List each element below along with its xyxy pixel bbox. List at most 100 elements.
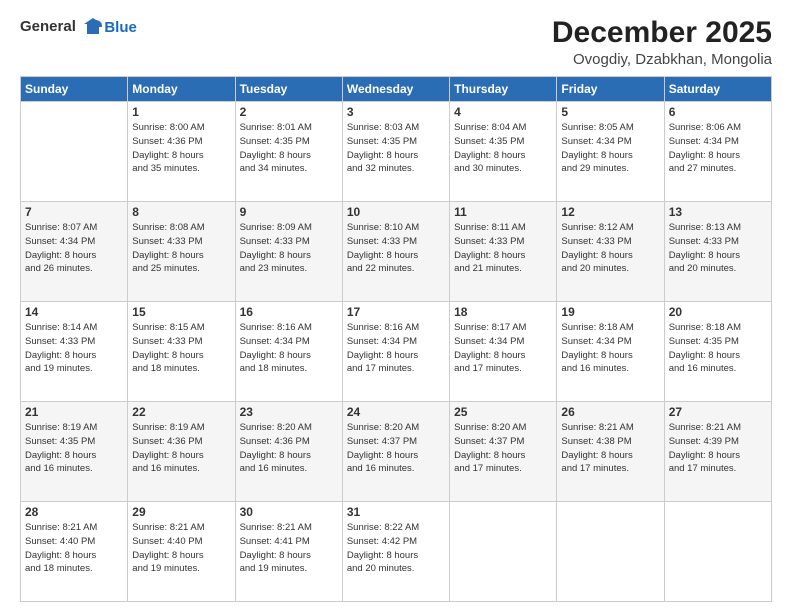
day-number: 4 <box>454 105 552 119</box>
day-info: Sunrise: 8:03 AM Sunset: 4:35 PM Dayligh… <box>347 121 445 176</box>
weekday-header-tuesday: Tuesday <box>235 77 342 102</box>
day-info: Sunrise: 8:21 AM Sunset: 4:40 PM Dayligh… <box>25 521 123 576</box>
day-info: Sunrise: 8:00 AM Sunset: 4:36 PM Dayligh… <box>132 121 230 176</box>
logo-icon <box>82 16 104 38</box>
day-cell: 12 Sunrise: 8:12 AM Sunset: 4:33 PM Dayli… <box>557 202 664 302</box>
day-cell: 28 Sunrise: 8:21 AM Sunset: 4:40 PM Dayli… <box>21 502 128 602</box>
day-cell <box>21 102 128 202</box>
day-number: 10 <box>347 205 445 219</box>
weekday-header-sunday: Sunday <box>21 77 128 102</box>
week-row-1: 1 Sunrise: 8:00 AM Sunset: 4:36 PM Daylig… <box>21 102 772 202</box>
day-cell: 20Sunrise: 8:18 AM Sunset: 4:35 PM Dayli… <box>664 302 771 402</box>
day-cell: 31 Sunrise: 8:22 AM Sunset: 4:42 PM Dayli… <box>342 502 449 602</box>
day-number: 31 <box>347 505 445 519</box>
day-info: Sunrise: 8:18 AM Sunset: 4:34 PM Dayligh… <box>561 321 659 376</box>
logo-general-text: General <box>20 18 76 35</box>
day-number: 9 <box>240 205 338 219</box>
day-info: Sunrise: 8:20 AM Sunset: 4:37 PM Dayligh… <box>454 421 552 476</box>
day-cell: 25 Sunrise: 8:20 AM Sunset: 4:37 PM Dayli… <box>450 402 557 502</box>
calendar-table: SundayMondayTuesdayWednesdayThursdayFrid… <box>20 76 772 602</box>
day-cell: 13 Sunrise: 8:13 AM Sunset: 4:33 PM Dayli… <box>664 202 771 302</box>
week-row-5: 28 Sunrise: 8:21 AM Sunset: 4:40 PM Dayli… <box>21 502 772 602</box>
day-number: 1 <box>132 105 230 119</box>
day-cell: 19 Sunrise: 8:18 AM Sunset: 4:34 PM Dayli… <box>557 302 664 402</box>
day-cell: 8Sunrise: 8:08 AM Sunset: 4:33 PM Daylig… <box>128 202 235 302</box>
day-number: 11 <box>454 205 552 219</box>
day-info: Sunrise: 8:12 AM Sunset: 4:33 PM Dayligh… <box>561 221 659 276</box>
day-number: 14 <box>25 305 123 319</box>
day-info: Sunrise: 8:05 AM Sunset: 4:34 PM Dayligh… <box>561 121 659 176</box>
location-title: Ovogdiy, Dzabkhan, Mongolia <box>552 51 772 68</box>
day-cell <box>664 502 771 602</box>
day-cell: 18 Sunrise: 8:17 AM Sunset: 4:34 PM Dayli… <box>450 302 557 402</box>
day-info: Sunrise: 8:16 AM Sunset: 4:34 PM Dayligh… <box>240 321 338 376</box>
day-number: 25 <box>454 405 552 419</box>
weekday-header-saturday: Saturday <box>664 77 771 102</box>
day-info: Sunrise: 8:20 AM Sunset: 4:36 PM Dayligh… <box>240 421 338 476</box>
day-cell: 1 Sunrise: 8:00 AM Sunset: 4:36 PM Daylig… <box>128 102 235 202</box>
day-number: 13 <box>669 205 767 219</box>
day-cell: 30Sunrise: 8:21 AM Sunset: 4:41 PM Dayli… <box>235 502 342 602</box>
day-info: Sunrise: 8:21 AM Sunset: 4:40 PM Dayligh… <box>132 521 230 576</box>
day-info: Sunrise: 8:19 AM Sunset: 4:36 PM Dayligh… <box>132 421 230 476</box>
day-number: 12 <box>561 205 659 219</box>
day-info: Sunrise: 8:06 AM Sunset: 4:34 PM Dayligh… <box>669 121 767 176</box>
weekday-header-row: SundayMondayTuesdayWednesdayThursdayFrid… <box>21 77 772 102</box>
day-cell: 24Sunrise: 8:20 AM Sunset: 4:37 PM Dayli… <box>342 402 449 502</box>
calendar-page: General Blue December 2025 Ovogdiy, Dzab… <box>0 0 792 612</box>
week-row-4: 21Sunrise: 8:19 AM Sunset: 4:35 PM Dayli… <box>21 402 772 502</box>
day-info: Sunrise: 8:18 AM Sunset: 4:35 PM Dayligh… <box>669 321 767 376</box>
day-cell <box>557 502 664 602</box>
weekday-header-friday: Friday <box>557 77 664 102</box>
logo-general: General <box>20 16 104 38</box>
day-cell: 22Sunrise: 8:19 AM Sunset: 4:36 PM Dayli… <box>128 402 235 502</box>
day-info: Sunrise: 8:09 AM Sunset: 4:33 PM Dayligh… <box>240 221 338 276</box>
day-info: Sunrise: 8:14 AM Sunset: 4:33 PM Dayligh… <box>25 321 123 376</box>
day-info: Sunrise: 8:11 AM Sunset: 4:33 PM Dayligh… <box>454 221 552 276</box>
day-number: 7 <box>25 205 123 219</box>
day-number: 21 <box>25 405 123 419</box>
day-cell: 23Sunrise: 8:20 AM Sunset: 4:36 PM Dayli… <box>235 402 342 502</box>
day-number: 26 <box>561 405 659 419</box>
weekday-header-wednesday: Wednesday <box>342 77 449 102</box>
weekday-header-thursday: Thursday <box>450 77 557 102</box>
day-cell: 16Sunrise: 8:16 AM Sunset: 4:34 PM Dayli… <box>235 302 342 402</box>
day-cell: 5Sunrise: 8:05 AM Sunset: 4:34 PM Daylig… <box>557 102 664 202</box>
day-info: Sunrise: 8:22 AM Sunset: 4:42 PM Dayligh… <box>347 521 445 576</box>
day-info: Sunrise: 8:17 AM Sunset: 4:34 PM Dayligh… <box>454 321 552 376</box>
day-info: Sunrise: 8:20 AM Sunset: 4:37 PM Dayligh… <box>347 421 445 476</box>
week-row-3: 14 Sunrise: 8:14 AM Sunset: 4:33 PM Dayli… <box>21 302 772 402</box>
day-cell: 7 Sunrise: 8:07 AM Sunset: 4:34 PM Daylig… <box>21 202 128 302</box>
day-cell: 27 Sunrise: 8:21 AM Sunset: 4:39 PM Dayli… <box>664 402 771 502</box>
day-number: 15 <box>132 305 230 319</box>
day-info: Sunrise: 8:21 AM Sunset: 4:39 PM Dayligh… <box>669 421 767 476</box>
day-cell: 15 Sunrise: 8:15 AM Sunset: 4:33 PM Dayli… <box>128 302 235 402</box>
day-number: 17 <box>347 305 445 319</box>
day-cell: 17 Sunrise: 8:16 AM Sunset: 4:34 PM Dayli… <box>342 302 449 402</box>
day-number: 30 <box>240 505 338 519</box>
day-info: Sunrise: 8:07 AM Sunset: 4:34 PM Dayligh… <box>25 221 123 276</box>
day-cell: 9 Sunrise: 8:09 AM Sunset: 4:33 PM Daylig… <box>235 202 342 302</box>
day-number: 28 <box>25 505 123 519</box>
day-number: 29 <box>132 505 230 519</box>
day-cell: 6Sunrise: 8:06 AM Sunset: 4:34 PM Daylig… <box>664 102 771 202</box>
day-info: Sunrise: 8:15 AM Sunset: 4:33 PM Dayligh… <box>132 321 230 376</box>
header: General Blue December 2025 Ovogdiy, Dzab… <box>20 16 772 68</box>
day-info: Sunrise: 8:13 AM Sunset: 4:33 PM Dayligh… <box>669 221 767 276</box>
day-number: 2 <box>240 105 338 119</box>
day-cell: 14 Sunrise: 8:14 AM Sunset: 4:33 PM Dayli… <box>21 302 128 402</box>
day-cell: 11 Sunrise: 8:11 AM Sunset: 4:33 PM Dayli… <box>450 202 557 302</box>
weekday-header-monday: Monday <box>128 77 235 102</box>
day-info: Sunrise: 8:16 AM Sunset: 4:34 PM Dayligh… <box>347 321 445 376</box>
day-info: Sunrise: 8:04 AM Sunset: 4:35 PM Dayligh… <box>454 121 552 176</box>
day-cell <box>450 502 557 602</box>
day-cell: 2 Sunrise: 8:01 AM Sunset: 4:35 PM Daylig… <box>235 102 342 202</box>
day-number: 19 <box>561 305 659 319</box>
day-number: 18 <box>454 305 552 319</box>
day-cell: 4 Sunrise: 8:04 AM Sunset: 4:35 PM Daylig… <box>450 102 557 202</box>
day-number: 27 <box>669 405 767 419</box>
month-title: December 2025 <box>552 16 772 49</box>
day-info: Sunrise: 8:01 AM Sunset: 4:35 PM Dayligh… <box>240 121 338 176</box>
day-info: Sunrise: 8:10 AM Sunset: 4:33 PM Dayligh… <box>347 221 445 276</box>
day-info: Sunrise: 8:21 AM Sunset: 4:38 PM Dayligh… <box>561 421 659 476</box>
